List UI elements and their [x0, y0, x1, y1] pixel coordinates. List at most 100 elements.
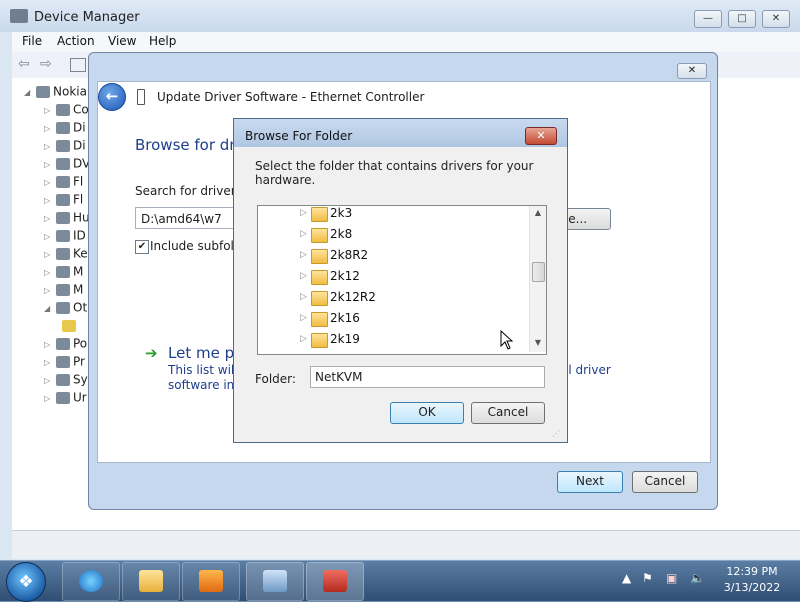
dialog-cancel-button[interactable]: Cancel: [471, 402, 545, 424]
include-subfolders-label: Include subfold: [150, 239, 242, 253]
properties-icon[interactable]: [70, 58, 86, 72]
dialog-close-button[interactable]: ✕: [525, 127, 557, 145]
mouse-icon: [56, 265, 70, 278]
folder-name-input[interactable]: NetKVM: [310, 366, 545, 388]
maximize-button[interactable]: □: [728, 10, 756, 28]
start-button[interactable]: ❖: [6, 562, 46, 602]
folder-icon: [311, 249, 328, 264]
tree-item[interactable]: ▷ Hu: [44, 210, 90, 228]
device-manager-icon: [10, 9, 28, 23]
ide-controller-icon: [56, 229, 70, 242]
folder-icon: [311, 291, 328, 306]
dialog-titlebar[interactable]: Browse For Folder ✕: [234, 119, 567, 147]
tree-item[interactable]: ▷ Fl: [44, 192, 83, 210]
tree-root[interactable]: ◢ Nokia: [24, 84, 87, 102]
media-player-icon: [199, 570, 223, 592]
clock-date[interactable]: 3/13/2022: [718, 581, 786, 594]
expand-arrow-icon[interactable]: ▷: [300, 313, 307, 323]
taskbar-toolbox[interactable]: [306, 562, 364, 601]
windows-logo-icon: ❖: [18, 572, 34, 592]
next-button[interactable]: Next: [557, 471, 623, 493]
disk-drive-icon: [56, 121, 70, 134]
dialog-title: Browse For Folder: [245, 129, 353, 143]
folder-icon: [311, 228, 328, 243]
floppy-icon: [56, 175, 70, 188]
taskbar-windows-explorer[interactable]: [122, 562, 180, 601]
taskbar-media-player[interactable]: [182, 562, 240, 601]
folder-label: Folder:: [255, 372, 296, 386]
wizard-heading: Browse for dri: [135, 136, 240, 154]
cancel-button[interactable]: Cancel: [632, 471, 698, 493]
menu-file[interactable]: File: [22, 34, 42, 48]
ok-button[interactable]: OK: [390, 402, 464, 424]
warning-device-icon: [62, 319, 76, 332]
device-manager-titlebar[interactable]: Device Manager — □ ✕: [0, 0, 800, 32]
window-title: Device Manager: [34, 10, 140, 25]
tree-item[interactable]: ▷ Fl: [44, 174, 83, 192]
internet-explorer-icon: [79, 570, 103, 592]
tree-item[interactable]: ▷ Ur: [44, 390, 87, 408]
green-arrow-icon: ➔: [145, 344, 158, 362]
wizard-close-button[interactable]: ✕: [677, 63, 707, 79]
tree-item[interactable]: ▷ Di: [44, 138, 86, 156]
floppy-controller-icon: [56, 193, 70, 206]
tree-item-selected[interactable]: [62, 318, 79, 336]
folder-icon: [311, 207, 328, 222]
resize-grip-icon[interactable]: ⋰: [552, 429, 560, 438]
tree-item[interactable]: ▷ Pr: [44, 354, 85, 372]
expand-arrow-icon[interactable]: ▷: [300, 229, 307, 239]
dialog-description: Select the folder that contains drivers …: [255, 159, 534, 187]
folder-tree-scrollbar[interactable]: ▲ ▼: [529, 206, 546, 352]
taskbar-internet-explorer[interactable]: [62, 562, 120, 601]
wizard-title: Update Driver Software - Ethernet Contro…: [157, 90, 425, 104]
folder-icon: [311, 333, 328, 348]
scroll-up-arrow-icon[interactable]: ▲: [530, 208, 546, 217]
keyboard-icon: [56, 247, 70, 260]
tree-item[interactable]: ▷ DV: [44, 156, 90, 174]
tree-item[interactable]: ▷ Ke: [44, 246, 88, 264]
back-button[interactable]: ←: [98, 83, 126, 111]
volume-muted-icon[interactable]: 🔈: [690, 571, 705, 585]
scroll-down-arrow-icon[interactable]: ▼: [530, 338, 546, 347]
let-me-pick-link[interactable]: Let me pi: [168, 344, 238, 362]
tree-item[interactable]: ▷ Sy: [44, 372, 88, 390]
let-me-pick-description-line2: software in t: [168, 378, 243, 392]
expand-arrow-icon[interactable]: ▷: [300, 271, 307, 281]
computer-icon: [56, 103, 70, 116]
network-device-icon: [137, 89, 145, 105]
hid-icon: [56, 211, 70, 224]
folder-icon: [311, 312, 328, 327]
toolbox-icon: [323, 570, 347, 592]
system-devices-icon: [56, 373, 70, 386]
scrollbar-thumb[interactable]: [532, 262, 545, 282]
include-subfolders-checkbox[interactable]: ✔: [135, 240, 149, 254]
close-button[interactable]: ✕: [762, 10, 790, 28]
expand-arrow-icon[interactable]: ▷: [300, 250, 307, 260]
processor-icon: [56, 355, 70, 368]
clock-time[interactable]: 12:39 PM: [722, 565, 782, 578]
menu-help[interactable]: Help: [149, 34, 176, 48]
taskbar: ❖ ▲ ⚑ ▣ 🔈 12:39 PM 3/13/2022: [0, 560, 800, 602]
minimize-button[interactable]: —: [694, 10, 722, 28]
show-hidden-icons-arrow[interactable]: ▲: [622, 571, 631, 585]
tree-item[interactable]: ▷ Co: [44, 102, 89, 120]
tree-item[interactable]: ▷ Di: [44, 120, 86, 138]
expand-arrow-icon[interactable]: ▷: [300, 292, 307, 302]
expand-arrow-icon[interactable]: ▷: [300, 208, 307, 218]
forward-arrow-icon[interactable]: ⇨: [40, 56, 52, 72]
ports-icon: [56, 337, 70, 350]
action-center-flag-icon[interactable]: ⚑: [642, 571, 653, 585]
taskbar-device-manager[interactable]: [246, 562, 304, 601]
tree-item[interactable]: ▷ ID: [44, 228, 86, 246]
network-icon[interactable]: ▣: [666, 571, 677, 585]
tree-item[interactable]: ▷ Po: [44, 336, 87, 354]
tree-item[interactable]: ▷ M: [44, 282, 83, 300]
expand-arrow-icon[interactable]: ▷: [300, 334, 307, 344]
menu-action[interactable]: Action: [57, 34, 95, 48]
tree-item[interactable]: ◢ Ot: [44, 300, 87, 318]
display-adapter-icon: [56, 139, 70, 152]
menu-view[interactable]: View: [108, 34, 136, 48]
usb-icon: [56, 391, 70, 404]
tree-item[interactable]: ▷ M: [44, 264, 83, 282]
back-arrow-icon[interactable]: ⇦: [18, 56, 30, 72]
